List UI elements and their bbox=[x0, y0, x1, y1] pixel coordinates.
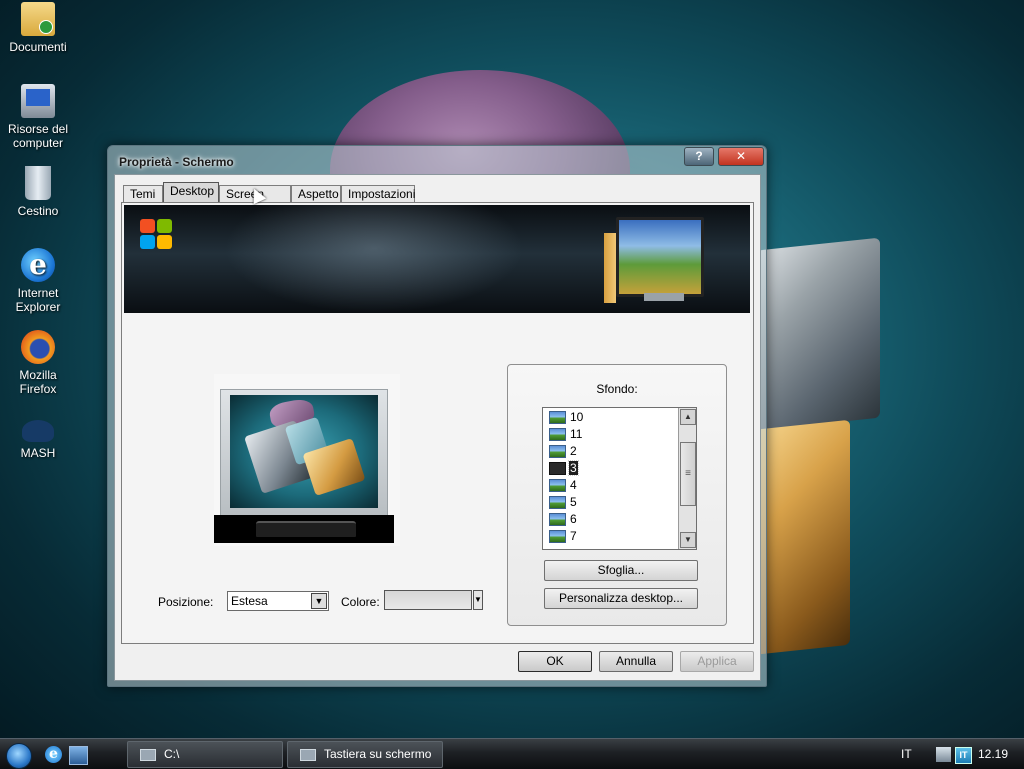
desktop-icon-label: Internet Explorer bbox=[15, 286, 61, 314]
clock[interactable]: 12.19 bbox=[978, 747, 1008, 761]
internet-explorer-icon: e bbox=[21, 248, 55, 282]
dialog-client-area: Temi Desktop Screen saver Aspetto Impost… bbox=[114, 174, 761, 681]
desktop-icon-firefox[interactable]: Mozilla Firefox bbox=[0, 330, 76, 396]
desktop-icon-risorse-computer[interactable]: Risorse del computer bbox=[0, 84, 76, 150]
image-thumbnail-icon bbox=[549, 479, 566, 493]
desktop-icon-mash[interactable]: MASH bbox=[0, 412, 76, 460]
taskbar-button-command-prompt[interactable]: C:\ bbox=[127, 741, 283, 768]
preview-screen bbox=[230, 395, 378, 508]
desktop-icon-label: Risorse del computer bbox=[7, 122, 69, 150]
image-thumbnail-icon bbox=[549, 513, 566, 527]
image-thumbnail-icon bbox=[549, 530, 566, 544]
list-item[interactable]: 10 bbox=[549, 409, 584, 426]
scroll-down-icon[interactable]: ▼ bbox=[680, 532, 696, 548]
desktop-icon-label: Mozilla Firefox bbox=[19, 368, 57, 396]
desktop-icon-internet-explorer[interactable]: e Internet Explorer bbox=[0, 248, 76, 314]
scroll-up-icon[interactable]: ▲ bbox=[680, 409, 696, 425]
list-item[interactable]: 11 bbox=[549, 426, 583, 443]
mash-icon bbox=[22, 420, 54, 442]
list-item[interactable]: 2 bbox=[549, 443, 578, 460]
chevron-down-icon[interactable]: ▼ bbox=[473, 590, 483, 610]
desktop-tab-panel: Posizione: Estesa ▼ Colore: ▼ Sfondo: 10… bbox=[121, 202, 754, 644]
taskbar-button-onscreen-keyboard[interactable]: Tastiera su schermo bbox=[287, 741, 443, 768]
tab-desktop[interactable]: Desktop bbox=[163, 182, 219, 202]
desktop-icon-cestino[interactable]: Cestino bbox=[0, 166, 76, 218]
color-label: Colore: bbox=[341, 595, 380, 609]
list-item[interactable]: 5 bbox=[549, 494, 578, 511]
image-thumbnail-icon bbox=[549, 411, 566, 425]
tab-temi[interactable]: Temi bbox=[123, 185, 163, 202]
desktop-icon-label: MASH bbox=[20, 446, 56, 460]
console-icon bbox=[140, 748, 156, 761]
position-label: Posizione: bbox=[158, 595, 214, 609]
keyboard-layout-icon[interactable]: IT bbox=[955, 747, 972, 764]
quicklaunch-internet-explorer-icon[interactable]: e bbox=[45, 746, 62, 763]
background-list[interactable]: 10 11 2 3 4 5 6 7 ▲ ≡ ▼ bbox=[542, 407, 697, 550]
desktop-icon-documenti[interactable]: Documenti bbox=[0, 2, 76, 54]
quicklaunch-show-desktop-icon[interactable] bbox=[69, 746, 88, 765]
header-banner bbox=[124, 205, 750, 313]
language-indicator[interactable]: IT bbox=[901, 747, 912, 761]
list-item-selected[interactable]: 3 bbox=[549, 460, 579, 477]
windows-logo-icon bbox=[140, 219, 174, 251]
dialog-title: Proprietà - Schermo bbox=[119, 155, 234, 169]
desktop-icon-label: Cestino bbox=[17, 204, 59, 218]
close-button[interactable]: ✕ bbox=[718, 147, 764, 166]
recycle-bin-icon bbox=[25, 166, 51, 200]
taskbar: e C:\ Tastiera su schermo IT IT 12.19 bbox=[0, 738, 1024, 769]
customize-desktop-button[interactable]: Personalizza desktop... bbox=[544, 588, 698, 609]
tab-impostazioni[interactable]: Impostazioni bbox=[341, 185, 415, 202]
list-item[interactable]: 6 bbox=[549, 511, 578, 528]
pencils-icon bbox=[604, 233, 616, 303]
browse-button[interactable]: Sfoglia... bbox=[544, 560, 698, 581]
list-scrollbar[interactable]: ▲ ≡ ▼ bbox=[678, 408, 696, 549]
list-item[interactable]: 4 bbox=[549, 477, 578, 494]
image-thumbnail-icon bbox=[549, 496, 566, 510]
list-item[interactable]: 7 bbox=[549, 528, 578, 545]
desktop-icon-label: Documenti bbox=[9, 40, 67, 54]
image-thumbnail-icon bbox=[549, 445, 566, 459]
color-picker-button[interactable] bbox=[384, 590, 472, 610]
folder-icon bbox=[21, 2, 55, 36]
position-value: Estesa bbox=[231, 594, 268, 608]
help-button[interactable]: ? bbox=[684, 147, 714, 166]
cancel-button[interactable]: Annulla bbox=[599, 651, 673, 672]
monitor-stand bbox=[256, 521, 356, 537]
keyboard-icon bbox=[300, 748, 316, 761]
network-icon[interactable] bbox=[936, 747, 951, 762]
monitor-landscape-icon bbox=[616, 217, 704, 297]
background-label: Sfondo: bbox=[596, 382, 638, 396]
apply-button[interactable]: Applica bbox=[680, 651, 754, 672]
chevron-down-icon[interactable]: ▼ bbox=[311, 593, 327, 609]
start-button[interactable] bbox=[6, 743, 32, 769]
image-thumbnail-icon bbox=[549, 462, 566, 476]
desktop-preview-monitor bbox=[214, 374, 400, 546]
tab-aspetto[interactable]: Aspetto bbox=[291, 185, 341, 202]
computer-icon bbox=[21, 84, 55, 118]
display-properties-dialog: Proprietà - Schermo ? ✕ Temi Desktop Scr… bbox=[107, 145, 767, 687]
position-select[interactable]: Estesa ▼ bbox=[227, 591, 329, 611]
image-thumbnail-icon bbox=[549, 428, 566, 442]
ok-button[interactable]: OK bbox=[518, 651, 592, 672]
dialog-titlebar[interactable]: Proprietà - Schermo ? ✕ bbox=[108, 146, 766, 174]
scrollbar-thumb[interactable]: ≡ bbox=[680, 442, 696, 506]
firefox-icon bbox=[21, 330, 55, 364]
background-group: Sfondo: 10 11 2 3 4 5 6 7 ▲ ≡ ▼ Sfoglia.… bbox=[507, 364, 727, 626]
